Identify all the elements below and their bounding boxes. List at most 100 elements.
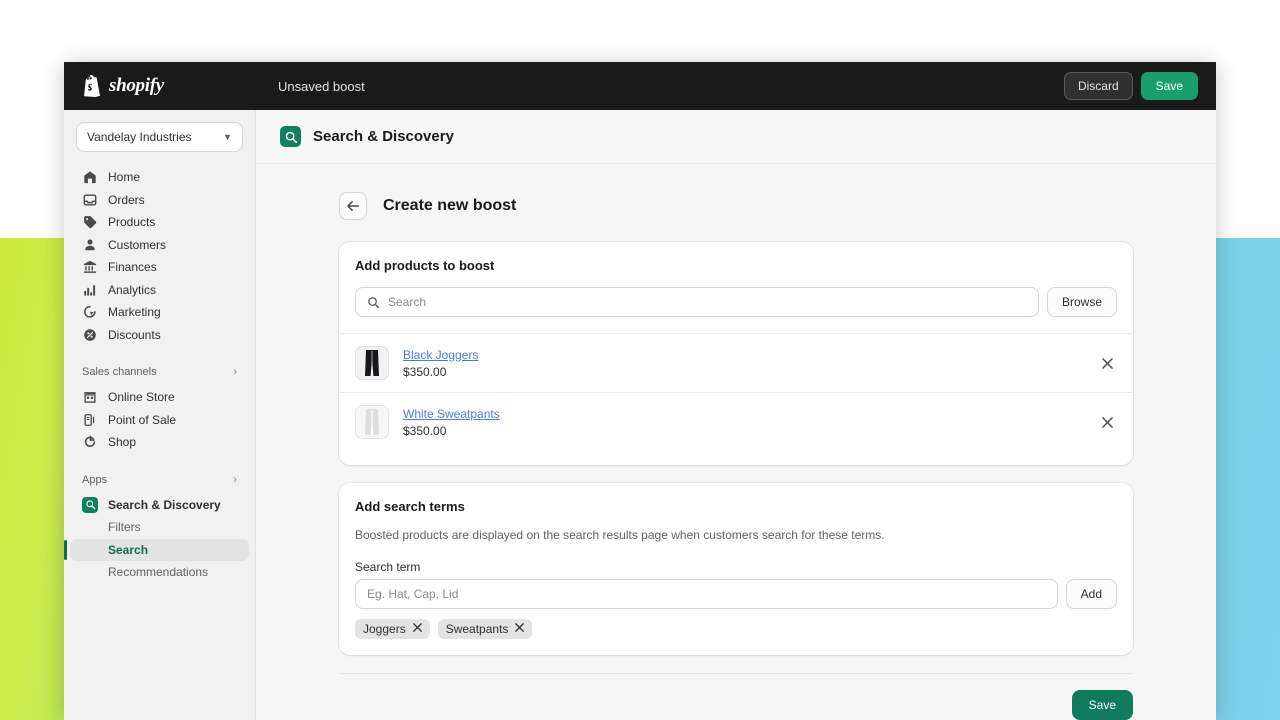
sidebar-item-online-store[interactable]: Online Store [70, 386, 249, 409]
term-tag-label: Joggers [363, 622, 406, 636]
shop-icon [82, 434, 98, 450]
add-products-title: Add products to boost [355, 258, 495, 273]
add-search-terms-card: Add search terms Boosted products are di… [339, 483, 1133, 655]
footer-actions: Save [339, 673, 1133, 720]
sidebar-item-label: Search & Discovery [108, 497, 221, 512]
sidebar-sub-label: Search [108, 542, 149, 557]
product-search-row: Browse [355, 287, 1117, 333]
term-tag: Sweatpants [437, 619, 533, 639]
product-info: Black Joggers $350.00 [403, 348, 478, 379]
storefront-icon [82, 389, 98, 405]
product-price: $350.00 [403, 423, 447, 438]
search-icon [368, 296, 380, 308]
sidebar-item-customers[interactable]: Customers [70, 234, 249, 257]
chevron-down-icon: ▼ [223, 132, 232, 142]
sidebar-section-sales-channels[interactable]: Sales channels › [64, 362, 255, 382]
remove-product-button[interactable] [1097, 353, 1117, 373]
content-area: Create new boost Add products to boost B… [256, 164, 1216, 720]
page-header: Create new boost [339, 192, 1133, 220]
add-products-card: Add products to boost Browse [339, 242, 1133, 465]
product-search-field[interactable] [355, 287, 1039, 317]
browse-button[interactable]: Browse [1046, 287, 1117, 317]
discard-button[interactable]: Discard [1063, 72, 1133, 100]
sidebar-item-search[interactable]: Search [64, 538, 249, 561]
shopify-logo[interactable]: shopify [64, 75, 256, 97]
sidebar-item-label: Discounts [108, 327, 161, 342]
pos-icon [82, 412, 98, 428]
sidebar-item-label: Home [108, 170, 141, 185]
sidebar-sub-label: Recommendations [108, 565, 209, 580]
term-tag-label: Sweatpants [445, 622, 509, 636]
sidebar-item-products[interactable]: Products [70, 211, 249, 234]
chevron-right-icon: › [233, 473, 237, 486]
table-row: White Sweatpants $350.00 [339, 392, 1133, 451]
add-search-terms-description: Boosted products are displayed on the se… [355, 528, 885, 542]
sidebar-item-label: Finances [108, 260, 157, 275]
product-info: White Sweatpants $350.00 [403, 407, 500, 438]
search-discovery-icon [82, 496, 98, 513]
sidebar-item-label: Products [108, 215, 156, 230]
shopify-bag-icon [82, 75, 102, 97]
sidebar-item-label: Orders [108, 192, 145, 207]
add-search-terms-title: Add search terms [355, 499, 465, 514]
remove-tag-icon[interactable] [515, 623, 525, 635]
product-thumbnail [355, 346, 389, 380]
shopify-wordmark: shopify [109, 75, 164, 96]
save-button-bottom[interactable]: Save [1071, 690, 1133, 720]
sidebar-item-label: Analytics [108, 282, 157, 297]
main-content: Search & Discovery Create new boost Add … [256, 110, 1216, 720]
back-button[interactable] [339, 192, 367, 220]
sidebar-item-point-of-sale[interactable]: Point of Sale [70, 409, 249, 432]
term-tag: Joggers [355, 619, 430, 639]
close-icon [1101, 416, 1113, 428]
sidebar-item-label: Online Store [108, 390, 175, 405]
home-icon [82, 169, 98, 185]
sidebar-section-apps[interactable]: Apps › [64, 470, 255, 490]
sidebar-item-filters[interactable]: Filters [70, 516, 249, 539]
bar-chart-icon [82, 282, 98, 298]
page-title: Create new boost [383, 197, 517, 214]
close-icon [1101, 357, 1113, 369]
search-term-row: Add [355, 579, 1117, 609]
remove-product-button[interactable] [1097, 412, 1117, 432]
marketing-icon [82, 304, 98, 320]
search-term-label: Search term [355, 560, 421, 574]
sidebar-item-shop[interactable]: Shop [70, 431, 249, 454]
sidebar-item-orders[interactable]: Orders [70, 189, 249, 212]
sidebar-item-discounts[interactable]: Discounts [70, 324, 249, 347]
person-icon [82, 237, 98, 253]
product-name-link[interactable]: Black Joggers [403, 348, 478, 362]
window-body: Vandelay Industries ▼ Home Orders Produc… [64, 110, 1216, 720]
search-discovery-icon [280, 126, 301, 147]
sidebar-item-analytics[interactable]: Analytics [70, 279, 249, 302]
top-bar: shopify Unsaved boost Discard Save [64, 62, 1216, 110]
sidebar: Vandelay Industries ▼ Home Orders Produc… [64, 110, 256, 720]
sidebar-sub-label: Filters [108, 520, 141, 535]
sidebar-section-label: Apps [82, 473, 108, 486]
store-name: Vandelay Industries [87, 130, 192, 144]
product-search-input[interactable] [388, 295, 1027, 309]
sidebar-item-label: Customers [108, 237, 167, 252]
product-thumbnail [355, 405, 389, 439]
app-title: Search & Discovery [313, 128, 454, 145]
sidebar-item-home[interactable]: Home [70, 166, 249, 189]
product-price: $350.00 [403, 364, 447, 379]
sidebar-item-search-and-discovery[interactable]: Search & Discovery [70, 494, 249, 517]
top-bar-actions: Discard Save [1063, 72, 1216, 100]
arrow-left-icon [347, 201, 359, 211]
sidebar-item-finances[interactable]: Finances [70, 256, 249, 279]
sidebar-item-label: Marketing [108, 305, 161, 320]
app-header: Search & Discovery [256, 110, 1216, 164]
unsaved-status-title: Unsaved boost [278, 78, 365, 94]
store-switcher[interactable]: Vandelay Industries ▼ [76, 122, 243, 152]
product-name-link[interactable]: White Sweatpants [403, 407, 500, 421]
sidebar-item-marketing[interactable]: Marketing [70, 301, 249, 324]
search-term-input[interactable] [355, 579, 1058, 609]
save-button-top[interactable]: Save [1140, 72, 1198, 100]
shopify-admin-window: shopify Unsaved boost Discard Save Vande… [64, 62, 1216, 720]
chevron-right-icon: › [233, 366, 237, 378]
sidebar-item-recommendations[interactable]: Recommendations [70, 561, 249, 584]
discount-icon [82, 327, 98, 343]
add-term-button[interactable]: Add [1065, 579, 1117, 609]
remove-tag-icon[interactable] [412, 623, 422, 635]
